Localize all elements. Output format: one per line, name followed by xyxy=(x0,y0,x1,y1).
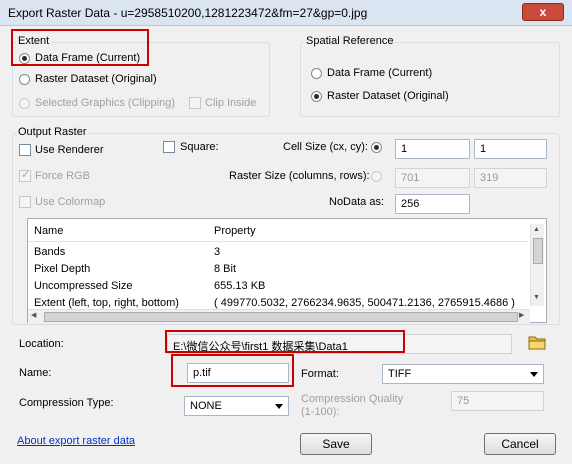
raster-columns-input[interactable]: 701 xyxy=(395,168,470,188)
chevron-down-icon xyxy=(275,404,283,409)
extent-data-frame-label: Data Frame (Current) xyxy=(35,52,141,64)
use-colormap-label: Use Colormap xyxy=(35,196,106,208)
table-row-name: Bands xyxy=(34,246,66,258)
hscroll-thumb[interactable] xyxy=(44,312,518,322)
extent-selected-graphics-radio[interactable] xyxy=(19,98,30,109)
clip-inside-checkbox[interactable] xyxy=(189,97,201,109)
location-label: Location: xyxy=(19,338,64,350)
close-button[interactable]: x xyxy=(522,3,564,21)
use-colormap-checkbox[interactable] xyxy=(19,196,31,208)
properties-list[interactable]: Name Property Bands 3 Pixel Depth 8 Bit … xyxy=(27,218,547,323)
extent-data-frame-radio[interactable] xyxy=(19,53,30,64)
save-button[interactable]: Save xyxy=(300,433,372,455)
cell-size-radio[interactable] xyxy=(371,142,382,153)
location-highlight-box xyxy=(165,330,405,353)
cell-size-cx-input[interactable]: 1 xyxy=(395,139,470,159)
spatial-raster-dataset-radio[interactable] xyxy=(311,91,322,102)
compression-quality-input[interactable]: 75 xyxy=(451,391,544,411)
name-label: Name: xyxy=(19,367,52,379)
vertical-scrollbar[interactable]: ▲ ▼ xyxy=(530,224,544,306)
list-header-property[interactable]: Property xyxy=(214,225,256,237)
spatial-raster-dataset-label: Raster Dataset (Original) xyxy=(327,90,449,102)
spatial-reference-label: Spatial Reference xyxy=(304,35,396,47)
table-row-name: Pixel Depth xyxy=(34,263,91,275)
cell-size-cy-input[interactable]: 1 xyxy=(474,139,547,159)
nodata-input[interactable]: 256 xyxy=(395,194,470,214)
raster-size-radio[interactable] xyxy=(371,171,382,182)
scroll-thumb[interactable] xyxy=(533,238,543,264)
table-row-value: 655.13 KB xyxy=(214,280,266,292)
use-renderer-label: Use Renderer xyxy=(35,144,104,156)
scroll-down-icon[interactable]: ▼ xyxy=(533,294,540,301)
cell-size-label: Cell Size (cx, cy): xyxy=(283,141,368,153)
force-rgb-checkbox[interactable] xyxy=(19,168,31,182)
scroll-right-icon[interactable]: ▶ xyxy=(519,311,524,319)
output-raster-label: Output Raster xyxy=(16,126,89,138)
compression-type-select[interactable]: NONE xyxy=(184,396,289,416)
window-title: Export Raster Data - u=2958510200,128122… xyxy=(8,6,368,20)
about-export-link[interactable]: About export raster data xyxy=(17,435,135,447)
nodata-label: NoData as: xyxy=(329,196,385,208)
spatial-data-frame-radio[interactable] xyxy=(311,68,322,79)
extent-label: Extent xyxy=(16,35,52,47)
list-header-divider xyxy=(28,241,528,242)
extent-raster-dataset-radio[interactable] xyxy=(19,74,30,85)
clip-inside-label: Clip Inside xyxy=(205,97,257,109)
use-renderer-checkbox[interactable] xyxy=(19,144,31,156)
square-label: Square: xyxy=(180,141,219,153)
table-row-value: 3 xyxy=(214,246,221,258)
table-row-name: Extent (left, top, right, bottom) xyxy=(34,297,179,309)
table-row-name: Uncompressed Size xyxy=(34,280,133,292)
cancel-button[interactable]: Cancel xyxy=(484,433,556,455)
scroll-up-icon[interactable]: ▲ xyxy=(533,226,540,233)
extent-raster-dataset-label: Raster Dataset (Original) xyxy=(35,73,157,85)
compression-quality-label: Compression Quality xyxy=(301,393,404,405)
format-select[interactable]: TIFF xyxy=(382,364,544,384)
spatial-data-frame-label: Data Frame (Current) xyxy=(327,67,433,79)
extent-selected-graphics-label: Selected Graphics (Clipping) xyxy=(35,97,176,109)
spatial-reference-group xyxy=(300,42,560,117)
format-label: Format: xyxy=(301,368,339,380)
name-input[interactable]: p.tif xyxy=(187,363,289,383)
raster-rows-input[interactable]: 319 xyxy=(474,168,547,188)
compression-quality-range-label: (1-100): xyxy=(301,406,340,418)
horizontal-scrollbar[interactable]: ◀ ▶ xyxy=(28,309,530,323)
table-row-value: 8 Bit xyxy=(214,263,237,275)
chevron-down-icon xyxy=(530,372,538,377)
force-rgb-label: Force RGB xyxy=(35,170,91,182)
table-row-value: ( 499770.5032, 2766234.9635, 500471.2136… xyxy=(214,297,515,309)
scroll-left-icon[interactable]: ◀ xyxy=(31,311,36,319)
square-checkbox[interactable] xyxy=(163,141,175,153)
raster-size-label: Raster Size (columns, rows): xyxy=(229,170,370,182)
list-header-name[interactable]: Name xyxy=(34,225,63,237)
folder-icon[interactable] xyxy=(528,334,546,350)
compression-type-label: Compression Type: xyxy=(19,397,114,409)
compression-type-value: NONE xyxy=(190,400,222,412)
format-select-value: TIFF xyxy=(388,368,412,380)
